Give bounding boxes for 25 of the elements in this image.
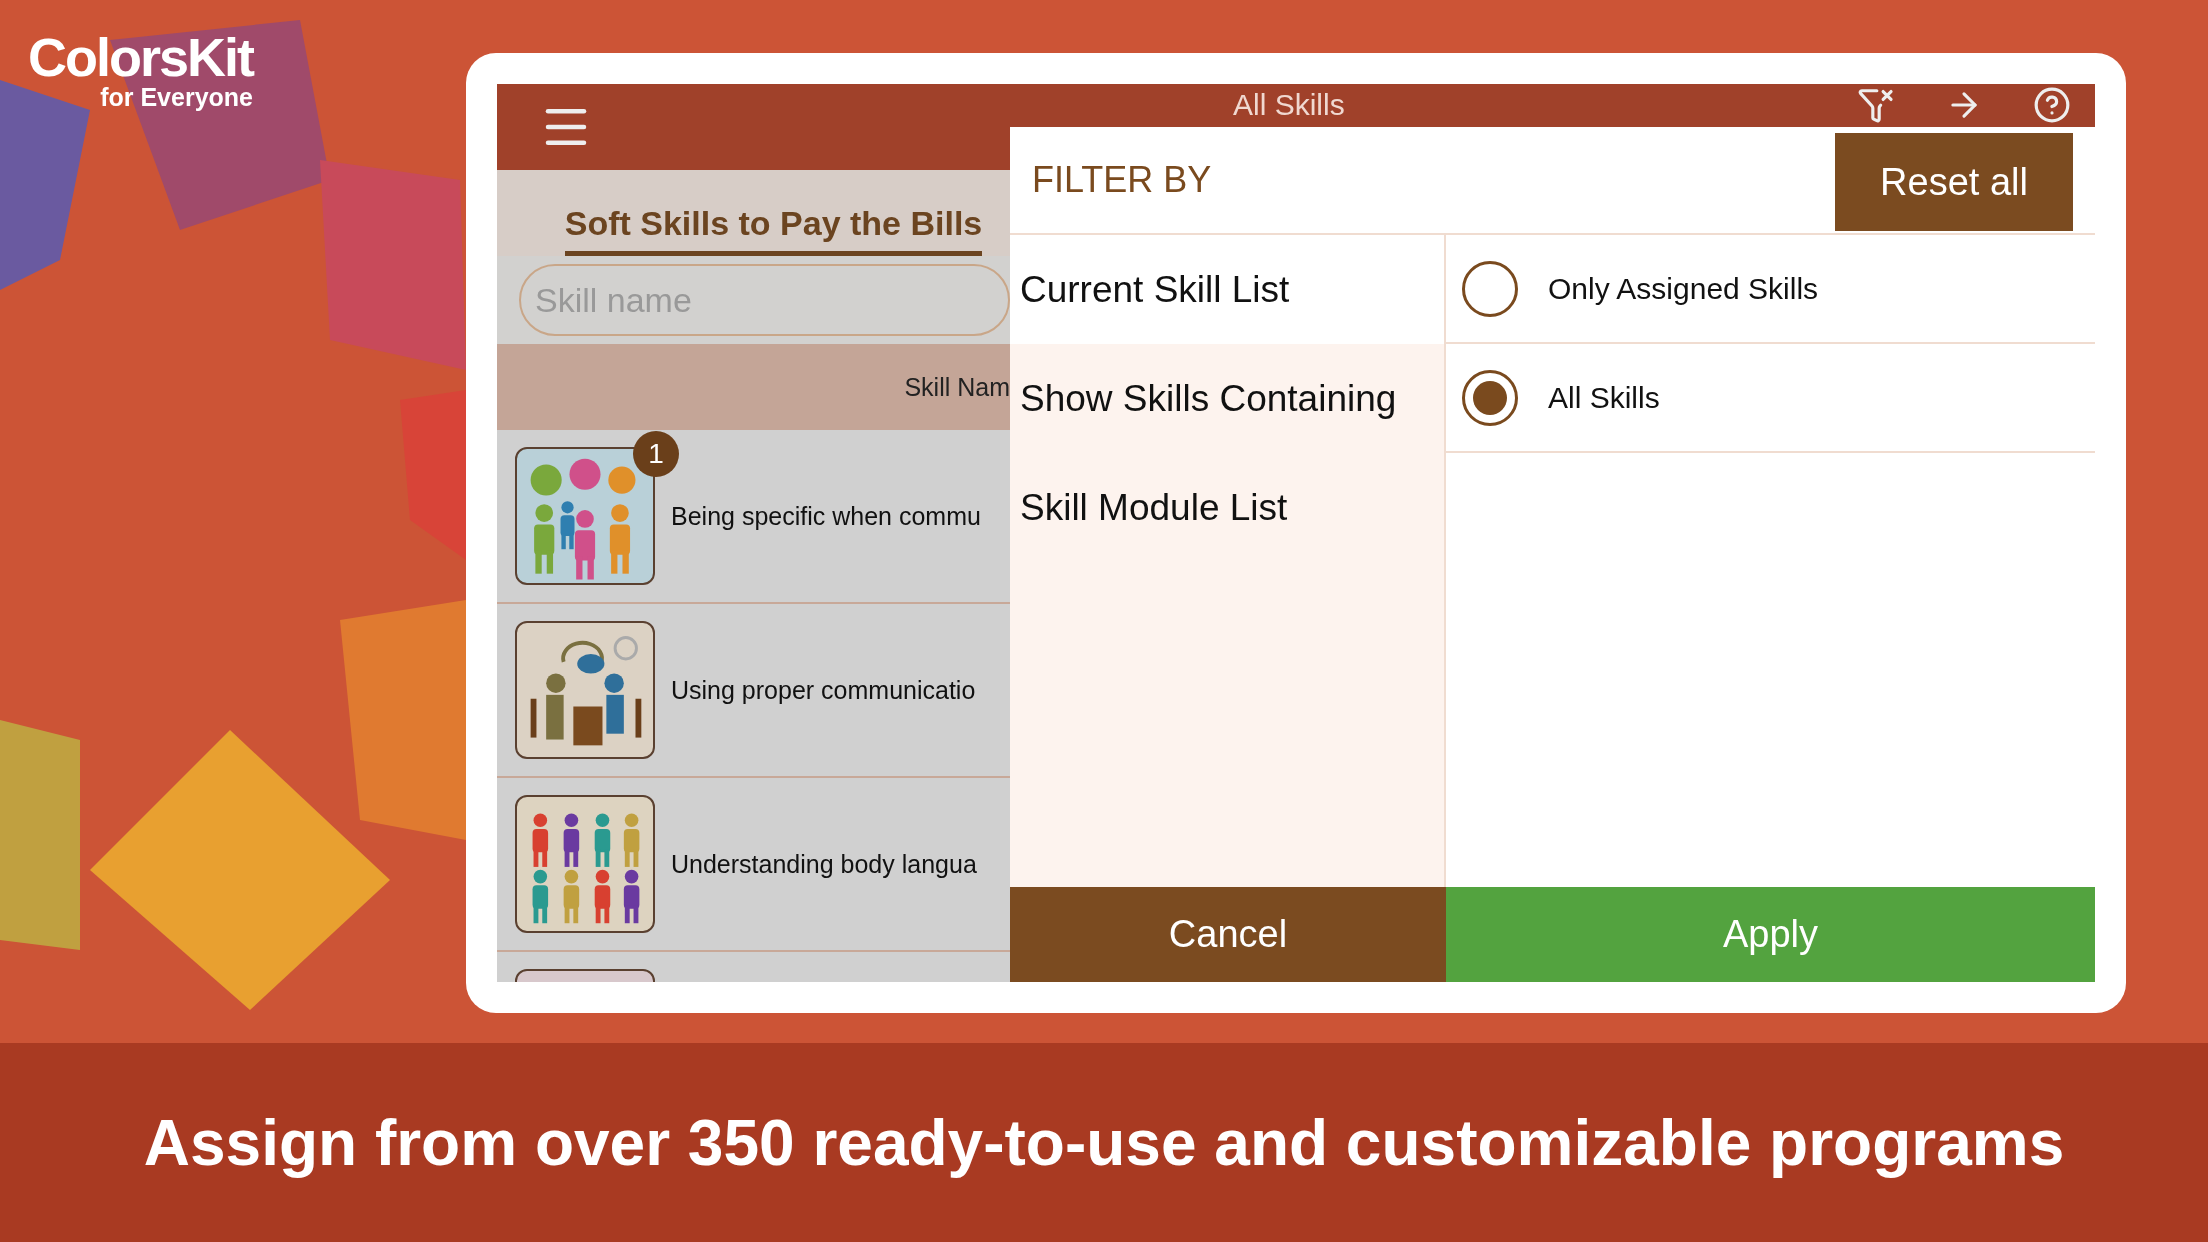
skill-row[interactable]: Using proper communicatio — [497, 604, 1010, 778]
skill-row[interactable]: Understanding body langua — [497, 778, 1010, 952]
skill-row[interactable]: 1 Being specific when commu — [497, 430, 1010, 604]
skill-title: Using proper communicatio — [671, 675, 976, 705]
filter-category[interactable]: Skill Module List — [1010, 453, 1444, 562]
filter-icon[interactable] — [1857, 86, 1895, 124]
option-label: Only Assigned Skills — [1548, 271, 1819, 306]
cancel-button[interactable]: Cancel — [1010, 887, 1446, 982]
skill-title: Being specific when commu — [671, 501, 981, 531]
brand-logo: ColorsKit — [28, 30, 253, 84]
caption-text: Assign from over 350 ready-to-use and customizable programs — [143, 1105, 2065, 1180]
count-badge: 1 — [633, 431, 679, 477]
filter-category[interactable]: Show Skills Containing — [1010, 344, 1444, 453]
reset-button[interactable]: Reset all — [1835, 133, 2073, 231]
filter-category[interactable]: Current Skill List — [1010, 235, 1444, 344]
radio-button[interactable] — [1462, 369, 1518, 426]
skill-title: Understanding body langua — [671, 849, 977, 879]
brand-tagline: for Everyone — [100, 84, 253, 112]
filter-title: FILTER BY — [1032, 159, 1212, 201]
help-icon[interactable] — [2033, 86, 2071, 124]
search-field[interactable]: Skill name — [519, 264, 1010, 336]
header-title: All Skills — [1233, 87, 1345, 123]
option-label: All Skills — [1548, 380, 1660, 415]
column-title: Skill Nam — [904, 372, 1010, 402]
radio-button[interactable] — [1462, 260, 1518, 317]
